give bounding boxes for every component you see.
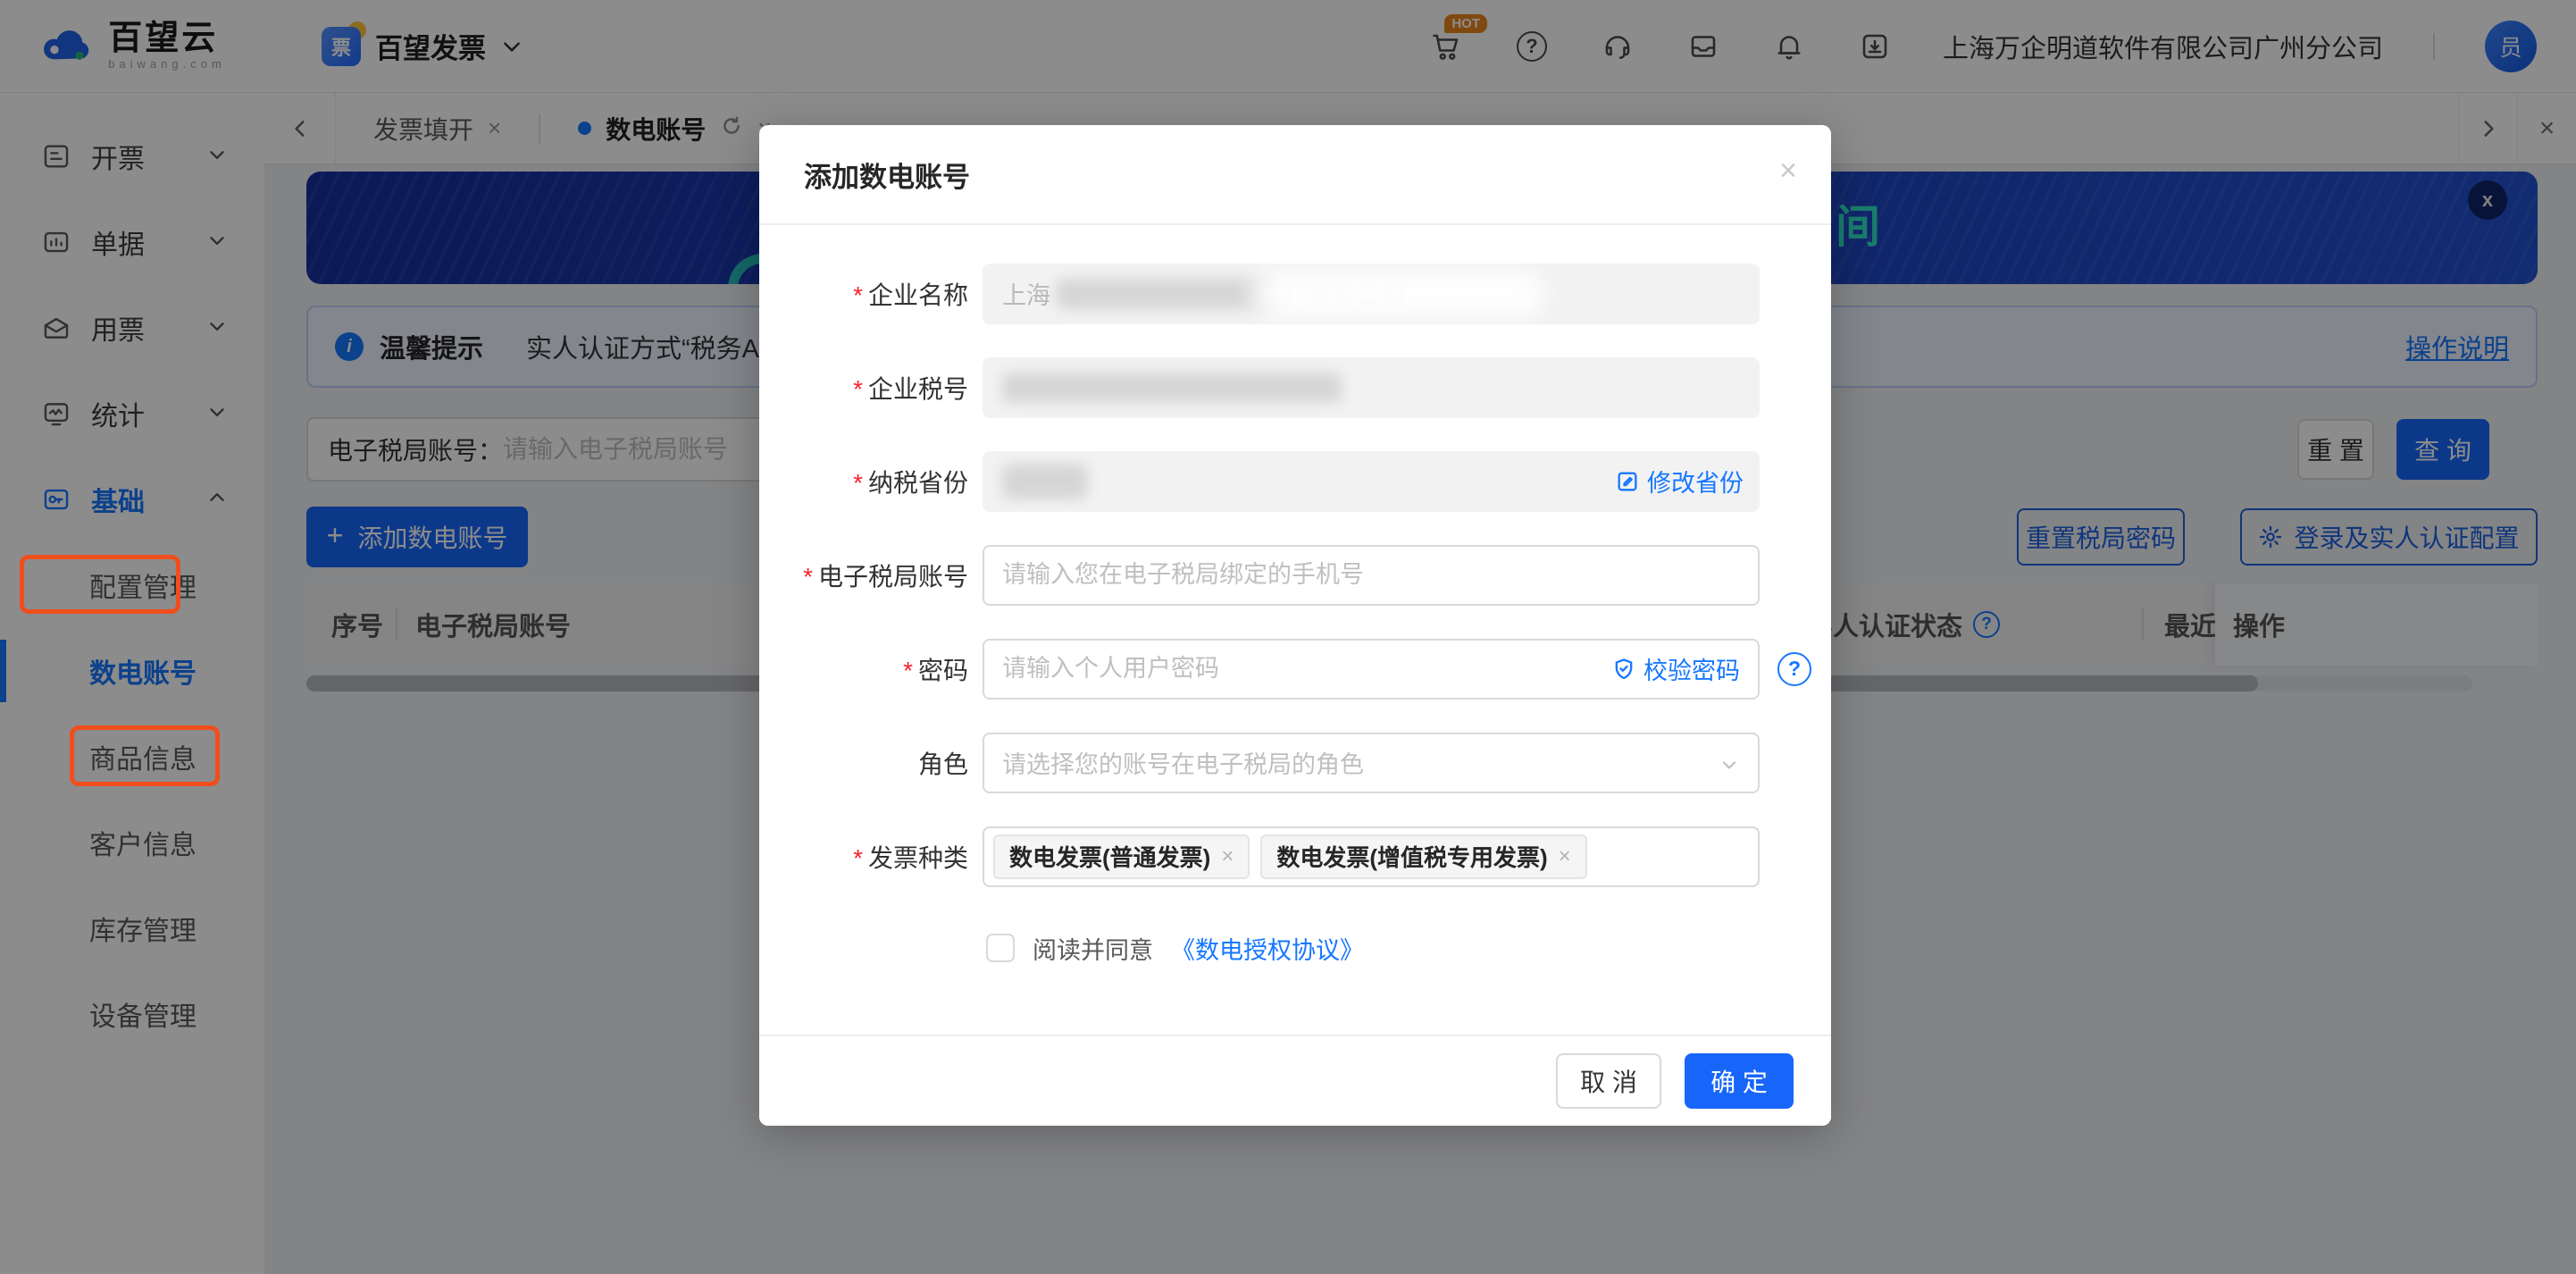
verify-password-link[interactable]: 校验密码 <box>1611 641 1740 698</box>
tax-province-input: 修改省份 <box>983 451 1760 512</box>
required-mark: * <box>803 563 813 591</box>
app-root: 百望云 baiwang.com 票 百望发票 HOT ? <box>0 0 2576 1274</box>
field-role: 角色 请选择您的账号在电子税局的角色 <box>759 716 1831 809</box>
invoice-type-tag: 数电发票(普通发票) × <box>993 834 1250 879</box>
confirm-button[interactable]: 确 定 <box>1685 1053 1794 1109</box>
company-name-input: 上海 广州分公司 <box>983 264 1760 324</box>
modal-title: 添加数电账号 <box>804 155 970 195</box>
redaction-smear <box>1250 271 1545 317</box>
redacted-value <box>1002 373 1342 403</box>
shield-check-icon <box>1611 657 1636 682</box>
role-select[interactable]: 请选择您的账号在电子税局的角色 <box>983 733 1760 793</box>
cancel-button[interactable]: 取 消 <box>1556 1053 1661 1109</box>
field-company-name: *企业名称 上海 广州分公司 <box>759 247 1831 340</box>
password-field: 校验密码 <box>983 639 1760 700</box>
redacted-value <box>1056 279 1279 309</box>
tax-number-input <box>983 357 1760 418</box>
etax-account-field <box>983 545 1760 606</box>
tag-remove-icon[interactable]: × <box>1221 844 1234 869</box>
required-mark: * <box>853 375 863 403</box>
agreement-row: 阅读并同意 《数电授权协议》 <box>759 903 1831 993</box>
add-digital-account-modal: 添加数电账号 × *企业名称 上海 广州分公司 *企业税号 *纳税 <box>759 125 1831 1126</box>
field-etax-account: *电子税局账号 <box>759 528 1831 622</box>
field-tax-province: *纳税省份 修改省份 <box>759 434 1831 528</box>
required-mark: * <box>903 657 913 684</box>
edit-icon <box>1615 469 1640 494</box>
password-help-icon[interactable]: ? <box>1777 652 1811 686</box>
modal-body: *企业名称 上海 广州分公司 *企业税号 *纳税省份 <box>759 227 1831 1035</box>
field-tax-number: *企业税号 <box>759 340 1831 434</box>
chevron-down-icon <box>1719 754 1740 780</box>
redacted-value <box>1002 464 1088 499</box>
tag-remove-icon[interactable]: × <box>1559 844 1571 869</box>
invoice-type-tag: 数电发票(增值税专用发票) × <box>1260 834 1586 879</box>
modal-header: 添加数电账号 × <box>759 125 1831 225</box>
required-mark: * <box>853 844 863 872</box>
invoice-types-multiselect[interactable]: 数电发票(普通发票) × 数电发票(增值税专用发票) × <box>983 826 1760 887</box>
authorization-agreement-link[interactable]: 《数电授权协议》 <box>1171 931 1364 966</box>
modal-footer: 取 消 确 定 <box>759 1035 1831 1126</box>
field-invoice-types: *发票种类 数电发票(普通发票) × 数电发票(增值税专用发票) × <box>759 809 1831 903</box>
required-mark: * <box>853 469 863 497</box>
required-mark: * <box>853 281 863 309</box>
agreement-checkbox[interactable] <box>986 934 1015 962</box>
etax-account-input[interactable] <box>1002 561 1740 589</box>
modify-province-link[interactable]: 修改省份 <box>1615 451 1744 512</box>
field-password: *密码 校验密码 ? <box>759 622 1831 716</box>
password-input[interactable] <box>1002 655 1602 683</box>
modal-close-icon[interactable]: × <box>1779 155 1797 186</box>
